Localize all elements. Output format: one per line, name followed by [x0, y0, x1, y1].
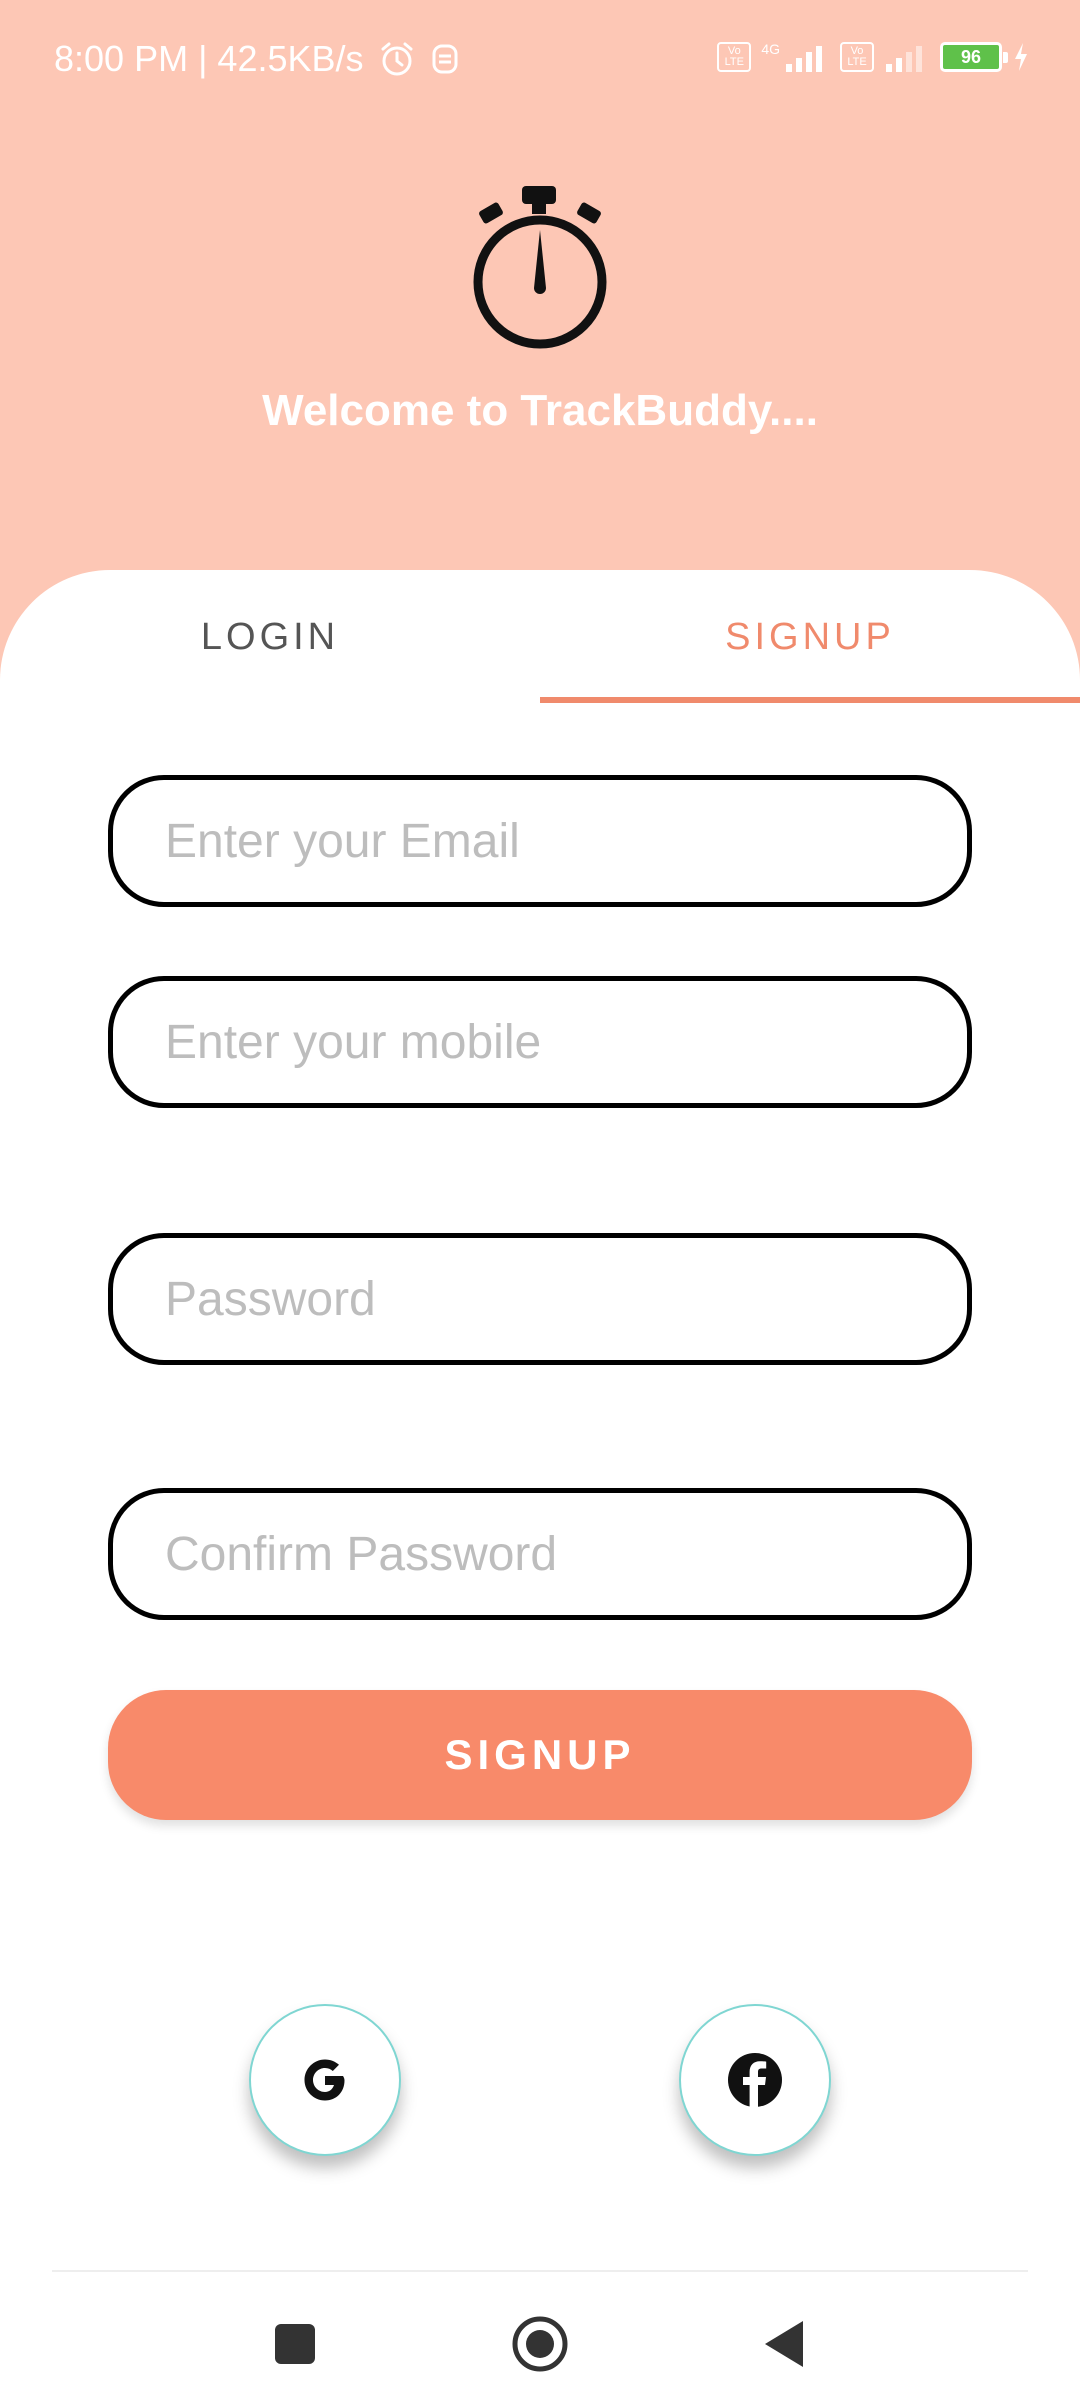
network-type-label: 4G — [761, 41, 780, 57]
recents-button[interactable] — [263, 2312, 327, 2376]
tab-login[interactable]: LOGIN — [0, 570, 540, 705]
volte-badge-2: Vo LTE — [840, 42, 874, 72]
signal-strength-icon — [786, 46, 822, 72]
home-button[interactable] — [508, 2312, 572, 2376]
email-field[interactable] — [108, 775, 972, 907]
signup-screen: 8:00 PM | 42.5KB/s Vo LTE 4G Vo LTE 96 W… — [0, 0, 1080, 2400]
recents-icon — [275, 2324, 315, 2364]
facebook-icon — [728, 2053, 782, 2107]
volte-badge-1: Vo LTE — [717, 42, 752, 72]
status-left: 8:00 PM | 42.5KB/s — [54, 38, 460, 80]
alarm-icon — [381, 42, 413, 76]
password-input[interactable] — [165, 1271, 967, 1327]
back-icon — [765, 2321, 803, 2367]
status-time-speed: 8:00 PM | 42.5KB/s — [54, 38, 364, 79]
facebook-login-button[interactable] — [679, 2004, 831, 2156]
battery-icon: 96 — [940, 42, 1008, 72]
status-right: Vo LTE 4G Vo LTE 96 — [717, 40, 1030, 74]
password-field[interactable] — [108, 1233, 972, 1365]
auth-card: LOGIN SIGNUP — [0, 570, 1080, 2400]
notification-icon — [432, 44, 458, 74]
charging-icon — [1015, 43, 1027, 71]
confirm-password-field[interactable] — [108, 1488, 972, 1620]
confirm-password-input[interactable] — [165, 1526, 967, 1582]
stopwatch-icon — [473, 186, 607, 349]
mobile-field[interactable] — [108, 976, 972, 1108]
signup-button[interactable]: SIGNUP — [108, 1690, 972, 1820]
email-input[interactable] — [165, 813, 967, 869]
system-nav-bar — [0, 2272, 1080, 2400]
welcome-text: Welcome to TrackBuddy.... — [262, 386, 818, 435]
battery-level: 96 — [960, 46, 982, 67]
status-bar: 8:00 PM | 42.5KB/s Vo LTE 4G Vo LTE 96 — [0, 0, 1080, 120]
google-login-button[interactable] — [249, 2004, 401, 2156]
auth-tabs: LOGIN SIGNUP — [0, 570, 1080, 705]
home-icon — [512, 2316, 568, 2372]
active-tab-indicator — [540, 697, 1080, 703]
tab-signup[interactable]: SIGNUP — [540, 570, 1080, 705]
mobile-input[interactable] — [165, 1014, 967, 1070]
back-button[interactable] — [753, 2312, 817, 2376]
google-icon — [304, 2059, 345, 2101]
signal-strength-2-icon — [886, 46, 922, 72]
